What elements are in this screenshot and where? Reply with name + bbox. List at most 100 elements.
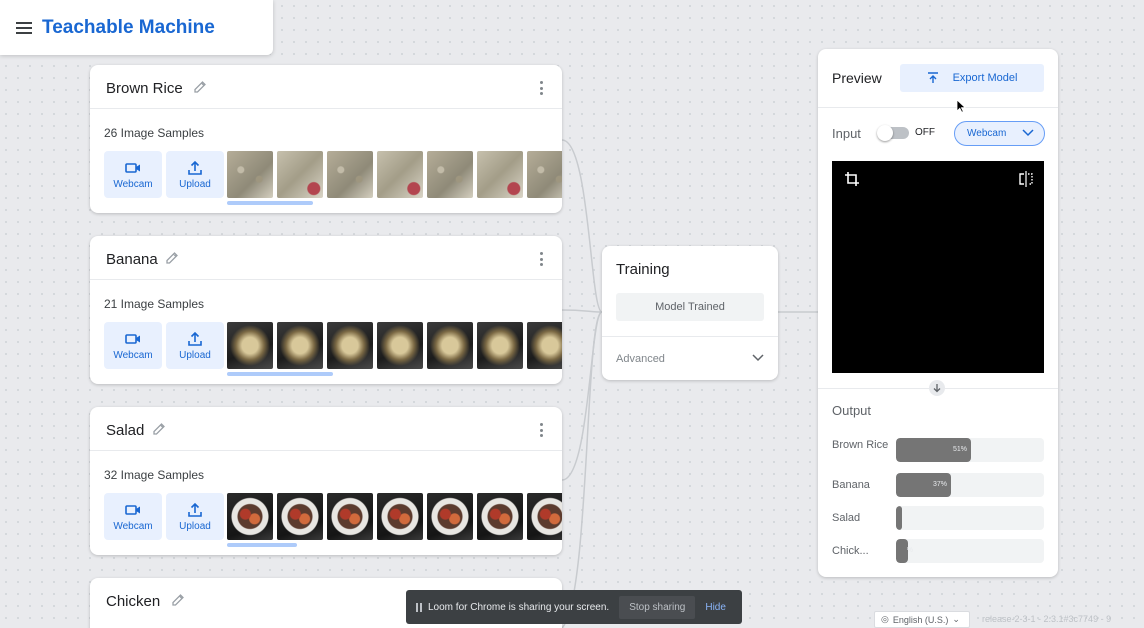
video-camera-icon bbox=[125, 505, 140, 515]
confidence-fill bbox=[896, 506, 902, 530]
preview-card: Preview Export Model Input OFF Webcam Ou… bbox=[818, 49, 1058, 577]
sample-image[interactable] bbox=[327, 151, 373, 198]
output-row: Banana 37% bbox=[832, 473, 1044, 497]
sample-image[interactable] bbox=[277, 151, 323, 198]
pencil-icon[interactable] bbox=[164, 250, 180, 266]
class-card-header: Brown Rice bbox=[90, 65, 562, 109]
class-name[interactable]: Salad bbox=[106, 422, 144, 439]
webcam-button[interactable]: Webcam bbox=[104, 493, 162, 540]
sample-thumbnails[interactable] bbox=[227, 322, 562, 369]
sample-image[interactable] bbox=[527, 322, 562, 369]
chevron-down-icon bbox=[1022, 129, 1034, 137]
sample-count: 21 Image Samples bbox=[104, 297, 205, 311]
sample-count: 32 Image Samples bbox=[104, 468, 205, 482]
class-name[interactable]: Chicken bbox=[106, 593, 160, 610]
output-class-name: Salad bbox=[832, 512, 861, 524]
sample-image[interactable] bbox=[427, 322, 473, 369]
sample-image[interactable] bbox=[277, 493, 323, 540]
sample-image[interactable] bbox=[477, 493, 523, 540]
divider bbox=[818, 107, 1058, 108]
output-row: Salad bbox=[832, 506, 1044, 530]
confidence-label: % bbox=[906, 547, 913, 554]
sample-thumbnails[interactable] bbox=[227, 151, 562, 198]
preview-title: Preview bbox=[832, 70, 882, 86]
advanced-toggle[interactable]: Advanced bbox=[602, 336, 778, 380]
train-model-button[interactable]: Model Trained bbox=[616, 293, 764, 321]
upload-icon bbox=[927, 72, 938, 83]
class-name[interactable]: Brown Rice bbox=[106, 80, 183, 97]
language-select[interactable]: ◎ English (U.S.) ⌄ bbox=[874, 611, 970, 628]
sample-image[interactable] bbox=[477, 151, 523, 198]
export-model-label: Export Model bbox=[952, 72, 1018, 84]
input-toggle[interactable] bbox=[877, 125, 909, 141]
output-class-name: Banana bbox=[832, 479, 870, 491]
class-card-header: Banana bbox=[90, 236, 562, 280]
crop-icon[interactable] bbox=[844, 171, 860, 187]
webcam-label: Webcam bbox=[113, 350, 153, 361]
training-card: Training Model Trained Advanced bbox=[602, 246, 778, 380]
sample-image[interactable] bbox=[377, 151, 423, 198]
sample-image[interactable] bbox=[227, 493, 273, 540]
pencil-icon[interactable] bbox=[151, 421, 167, 437]
class-card-header: Salad bbox=[90, 407, 562, 451]
upload-label: Upload bbox=[179, 179, 211, 190]
more-options-icon[interactable] bbox=[540, 81, 544, 95]
upload-icon bbox=[188, 160, 202, 175]
sample-thumbnails[interactable] bbox=[227, 493, 562, 540]
chevron-down-icon bbox=[752, 354, 764, 362]
mouse-cursor-icon bbox=[956, 99, 966, 113]
sample-image[interactable] bbox=[327, 493, 373, 540]
sample-count: 26 Image Samples bbox=[104, 126, 205, 140]
pencil-icon[interactable] bbox=[170, 592, 186, 608]
pause-icon bbox=[416, 602, 422, 612]
input-source-value: Webcam bbox=[967, 128, 1007, 139]
confidence-label: 51% bbox=[952, 446, 967, 453]
stop-sharing-button[interactable]: Stop sharing bbox=[619, 595, 696, 619]
output-class-name: Chick... bbox=[832, 545, 869, 557]
sample-image[interactable] bbox=[227, 151, 273, 198]
sample-image[interactable] bbox=[377, 322, 423, 369]
more-options-icon[interactable] bbox=[540, 252, 544, 266]
webcam-label: Webcam bbox=[113, 179, 153, 190]
thumbnail-scrollbar[interactable] bbox=[227, 201, 313, 205]
thumbnail-scrollbar[interactable] bbox=[227, 543, 297, 547]
sample-image[interactable] bbox=[527, 493, 562, 540]
confidence-bar bbox=[896, 506, 1044, 530]
pencil-icon[interactable] bbox=[192, 79, 208, 95]
output-row: Chick... % bbox=[832, 539, 1044, 563]
menu-icon[interactable] bbox=[16, 21, 32, 34]
toggle-knob bbox=[877, 125, 893, 141]
sample-image[interactable] bbox=[377, 493, 423, 540]
class-card-salad: Salad 32 Image Samples Webcam Upload bbox=[90, 407, 562, 555]
sample-image[interactable] bbox=[227, 322, 273, 369]
output-class-name: Brown Rice bbox=[832, 439, 889, 451]
advanced-label: Advanced bbox=[616, 353, 665, 365]
sample-image[interactable] bbox=[527, 151, 562, 198]
sample-image[interactable] bbox=[277, 322, 323, 369]
sample-image[interactable] bbox=[327, 322, 373, 369]
webcam-label: Webcam bbox=[113, 521, 153, 532]
upload-button[interactable]: Upload bbox=[166, 151, 224, 198]
webcam-button[interactable]: Webcam bbox=[104, 322, 162, 369]
class-name[interactable]: Banana bbox=[106, 251, 158, 268]
sample-image[interactable] bbox=[427, 151, 473, 198]
upload-icon bbox=[188, 502, 202, 517]
flip-icon[interactable] bbox=[1018, 171, 1034, 187]
confidence-bar: 51% bbox=[896, 438, 1044, 462]
app-title[interactable]: Teachable Machine bbox=[42, 17, 215, 39]
input-source-select[interactable]: Webcam bbox=[954, 121, 1045, 146]
upload-label: Upload bbox=[179, 521, 211, 532]
video-camera-icon bbox=[125, 163, 140, 173]
thumbnail-scrollbar[interactable] bbox=[227, 372, 333, 376]
webcam-button[interactable]: Webcam bbox=[104, 151, 162, 198]
upload-button[interactable]: Upload bbox=[166, 322, 224, 369]
sample-image[interactable] bbox=[477, 322, 523, 369]
export-model-button[interactable]: Export Model bbox=[900, 64, 1044, 92]
upload-button[interactable]: Upload bbox=[166, 493, 224, 540]
globe-icon: ◎ bbox=[881, 614, 889, 624]
more-options-icon[interactable] bbox=[540, 423, 544, 437]
class-card-banana: Banana 21 Image Samples Webcam Upload bbox=[90, 236, 562, 384]
sample-image[interactable] bbox=[427, 493, 473, 540]
hide-button[interactable]: Hide bbox=[705, 602, 726, 613]
language-value: English (U.S.) bbox=[892, 614, 949, 625]
